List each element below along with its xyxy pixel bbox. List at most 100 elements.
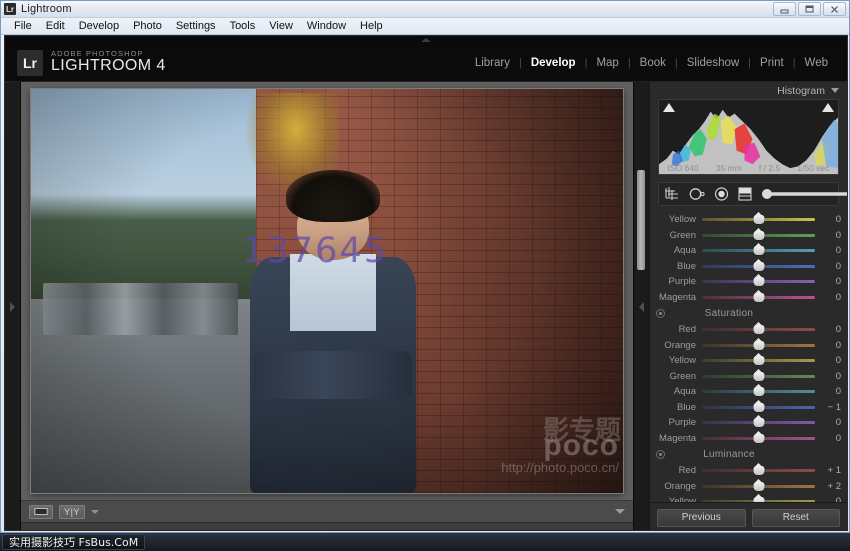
slider-row[interactable]: Magenta 0 [650,431,847,447]
close-button[interactable] [823,2,846,16]
identity-plate[interactable]: Lr ADOBE PHOTOSHOP LIGHTROOM 4 [17,50,166,76]
module-web[interactable]: Web [796,57,837,69]
slider-track-wrap[interactable] [702,259,815,274]
slider-handle[interactable] [753,325,764,334]
slider-row[interactable]: Orange + 2 [650,479,847,495]
histogram-header[interactable]: Histogram [650,82,847,99]
image-canvas[interactable]: 137645 影专题 poco http://photo.poco.cn/ [21,82,633,500]
menu-view[interactable]: View [262,19,300,33]
slider-track-wrap[interactable] [702,228,815,243]
slider-row[interactable]: Magenta 0 [650,290,847,306]
exif-iso: ISO 640 [668,163,699,173]
slider-row[interactable]: Red 0 [650,322,847,338]
photo-preview[interactable]: 137645 影专题 poco http://photo.poco.cn/ [31,89,623,493]
module-library[interactable]: Library [466,57,519,69]
slider-row[interactable]: Yellow 0 [650,494,847,502]
slider-handle[interactable] [753,482,764,491]
slider-row[interactable]: Green 0 [650,228,847,244]
shadow-clipping-icon[interactable] [663,103,675,112]
menu-settings[interactable]: Settings [169,19,223,33]
scrollbar-thumb[interactable] [637,170,645,270]
slider-track-wrap[interactable] [702,463,815,478]
target-adjust-icon[interactable] [656,309,665,318]
reset-button[interactable]: Reset [752,509,841,527]
slider-track-wrap[interactable] [702,322,815,337]
slider-handle[interactable] [753,231,764,240]
graduated-filter-tool-icon[interactable] [738,187,752,201]
slider-track-wrap[interactable] [702,479,815,494]
before-after-button[interactable]: Y|Y [59,505,85,519]
slider-handle[interactable] [753,418,764,427]
slider-handle[interactable] [753,246,764,255]
slider-track-wrap[interactable] [702,353,815,368]
menu-edit[interactable]: Edit [39,19,72,33]
toolbar-options-chevron-icon[interactable] [615,509,625,514]
slider-handle[interactable] [753,356,764,365]
slider-row[interactable]: Yellow 0 [650,212,847,228]
left-panel-collapsed-toggle[interactable] [5,82,21,531]
slider-track-wrap[interactable] [702,212,815,227]
slider-row[interactable]: Purple 0 [650,415,847,431]
slider-track-wrap[interactable] [702,338,815,353]
slider-handle[interactable] [753,387,764,396]
menu-window[interactable]: Window [300,19,353,33]
slider-row[interactable]: Yellow 0 [650,353,847,369]
crop-overlay-tool-icon[interactable] [665,187,680,201]
loupe-view-icon[interactable] [29,505,53,519]
module-book[interactable]: Book [631,57,675,69]
maximize-button[interactable] [798,2,821,16]
slider-track-wrap[interactable] [702,369,815,384]
module-print[interactable]: Print [751,57,793,69]
slider-track-wrap[interactable] [702,431,815,446]
chevron-down-icon[interactable] [91,510,99,514]
menu-help[interactable]: Help [353,19,390,33]
minimize-button[interactable] [773,2,796,16]
slider-handle[interactable] [753,466,764,475]
slider-track-wrap[interactable] [702,290,815,305]
slider-handle[interactable] [753,434,764,443]
slider-row[interactable]: Blue 0 [650,259,847,275]
slider-row[interactable]: Blue − 1 [650,400,847,416]
slider-handle[interactable] [753,341,764,350]
module-develop[interactable]: Develop [522,57,585,69]
menu-file[interactable]: File [7,19,39,33]
previous-button[interactable]: Previous [657,509,746,527]
triangle-down-icon[interactable] [831,88,839,93]
slider-handle[interactable] [753,372,764,381]
slider-row[interactable]: Aqua 0 [650,243,847,259]
slider-row[interactable]: Purple 0 [650,274,847,290]
target-adjust-icon[interactable] [656,450,665,459]
module-slideshow[interactable]: Slideshow [678,57,748,69]
slider-handle[interactable] [753,262,764,271]
slider-track-wrap[interactable] [702,274,815,289]
slider-track-wrap[interactable] [702,384,815,399]
slider-track-wrap[interactable] [702,415,815,430]
slider-track-wrap[interactable] [702,400,815,415]
red-eye-correction-tool-icon[interactable] [714,187,729,201]
slider-handle[interactable] [753,293,764,302]
menu-develop[interactable]: Develop [72,19,126,33]
slider-handle[interactable] [753,497,764,502]
filmstrip-toggle[interactable] [21,522,633,531]
module-map[interactable]: Map [587,57,627,69]
slider-handle[interactable] [753,215,764,224]
slider-track-wrap[interactable] [702,243,815,258]
spot-removal-tool-icon[interactable] [689,187,705,201]
histogram-graph[interactable]: ISO 640 35 mm f / 2.5 1/50 sec [658,99,839,175]
taskbar-item[interactable]: 实用摄影技巧 FsBus.CoM [2,534,145,550]
slider-handle[interactable] [753,403,764,412]
menu-photo[interactable]: Photo [126,19,169,33]
saturation-section-header[interactable]: Saturation [650,305,847,322]
slider-row[interactable]: Aqua 0 [650,384,847,400]
menu-tools[interactable]: Tools [223,19,263,33]
slider-row[interactable]: Green 0 [650,369,847,385]
slider-row[interactable]: Orange 0 [650,338,847,354]
slider-row[interactable]: Red + 1 [650,463,847,479]
slider-handle[interactable] [753,277,764,286]
slider-track-wrap[interactable] [702,494,815,502]
top-panel-toggle[interactable] [5,36,847,44]
highlight-clipping-icon[interactable] [822,103,834,112]
luminance-section-header[interactable]: Luminance [650,446,847,463]
right-panel-scrollbar[interactable] [633,82,649,531]
adjustment-brush-tool-icon[interactable] [761,188,848,200]
